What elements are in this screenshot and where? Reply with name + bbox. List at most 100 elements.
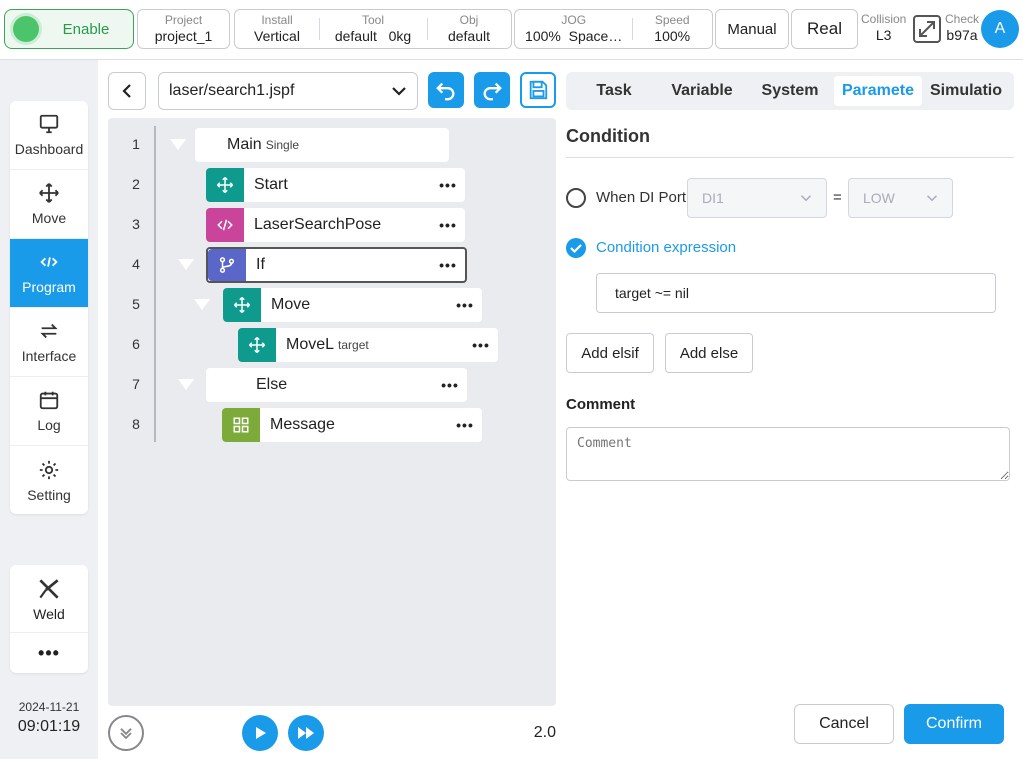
tab-simulation[interactable]: Simulatio (922, 76, 1010, 106)
nav-item-setting[interactable]: Setting (10, 446, 88, 514)
file-select[interactable]: laser/search1.jspf (158, 72, 418, 110)
tree-node-message[interactable]: Message ••• (222, 408, 482, 442)
move-icon (238, 328, 276, 362)
node-menu-icon[interactable]: ••• (431, 257, 465, 273)
nav-item-log[interactable]: Log (10, 377, 88, 446)
collision-indicator[interactable]: Collision L3 (861, 12, 906, 44)
cancel-button[interactable]: Cancel (794, 704, 894, 744)
project-value: project_1 (154, 28, 213, 44)
real-env-button[interactable]: Real (791, 9, 858, 49)
line-number: 7 (132, 376, 140, 392)
tool-value: default 0kg (334, 28, 412, 44)
tab-variable[interactable]: Variable (658, 76, 746, 106)
double-chevron-down-icon (120, 728, 132, 740)
collapse-toggle-icon[interactable] (178, 379, 194, 390)
nav-item-program[interactable]: Program (10, 239, 88, 308)
main-panel: laser/search1.jspf 1 2 3 4 5 6 7 8 Main S… (98, 60, 1023, 759)
install-tool-obj-group[interactable]: Install Vertical Tool default 0kg Obj de… (234, 9, 512, 49)
clock-date: 2024-11-21 (18, 700, 80, 714)
enable-label: Enable (62, 20, 110, 38)
manual-mode-button[interactable]: Manual (715, 9, 789, 49)
node-menu-icon[interactable]: ••• (431, 217, 465, 233)
save-icon (529, 80, 548, 100)
enable-button[interactable]: Enable (4, 9, 134, 49)
obj-cell[interactable]: Obj default (427, 10, 511, 48)
scroll-down-button[interactable] (108, 715, 144, 751)
condition-expression-input[interactable]: target ~= nil (596, 273, 996, 313)
nav-label-log: Log (37, 417, 61, 433)
tab-parameter[interactable]: Paramete (834, 76, 922, 106)
tree-node-lasersearchpose[interactable]: LaserSearchPose ••• (206, 208, 465, 242)
tree-node-main[interactable]: Main Single (195, 128, 449, 162)
speed-caption: Speed (654, 13, 690, 27)
install-cell[interactable]: Install Vertical (235, 10, 319, 48)
condition-expression-radio[interactable] (566, 238, 586, 258)
redo-button[interactable] (474, 72, 510, 108)
node-label: Main Single (227, 136, 300, 153)
swap-icon (40, 323, 58, 339)
node-menu-icon[interactable]: ••• (448, 297, 482, 313)
program-tree: 1 2 3 4 5 6 7 8 Main Single Start ••• Las… (108, 118, 556, 706)
obj-caption: Obj (459, 13, 479, 27)
tree-node-else[interactable]: Else ••• (206, 368, 467, 402)
speed-cell[interactable]: Speed 100% (632, 10, 712, 48)
obj-value: default (447, 28, 491, 44)
node-menu-icon[interactable]: ••• (464, 337, 498, 353)
step-button[interactable] (288, 715, 324, 751)
tree-node-start[interactable]: Start ••• (206, 168, 465, 202)
tree-node-move[interactable]: Move ••• (223, 288, 482, 322)
move-icon (223, 288, 261, 322)
node-menu-icon[interactable]: ••• (448, 417, 482, 433)
di-port-select[interactable]: DI1 (687, 178, 827, 218)
tool-cell[interactable]: Tool default 0kg (319, 10, 427, 48)
di-level-select[interactable]: LOW (848, 178, 953, 218)
jog-value: 100% Space… (525, 28, 623, 44)
confirm-button[interactable]: Confirm (904, 704, 1004, 744)
tree-guide-line (154, 126, 156, 442)
side-nav-extra: Weld ••• (10, 565, 88, 673)
back-button[interactable] (108, 72, 146, 110)
panel-title: Condition (566, 126, 650, 146)
collapse-toggle-icon[interactable] (178, 259, 194, 270)
check-indicator[interactable]: Check b97a (945, 12, 979, 44)
jog-cell[interactable]: JOG 100% Space… (515, 10, 632, 48)
chevron-down-icon (392, 87, 406, 96)
nav-item-interface[interactable]: Interface (10, 308, 88, 377)
node-label: MoveL target (286, 336, 369, 353)
add-else-button[interactable]: Add else (665, 333, 753, 373)
tab-task[interactable]: Task (570, 76, 658, 106)
jog-caption: JOG (561, 13, 587, 27)
line-number: 5 (132, 296, 140, 312)
save-button[interactable] (520, 72, 556, 108)
di-port-radio[interactable] (566, 188, 586, 208)
node-menu-icon[interactable]: ••• (431, 177, 465, 193)
check-icon (570, 244, 582, 254)
tree-node-if[interactable]: If ••• (206, 247, 467, 283)
play-button[interactable] (242, 715, 278, 751)
comment-textarea[interactable] (566, 427, 1010, 481)
nav-item-dashboard[interactable]: Dashboard (10, 101, 88, 170)
undo-icon (436, 82, 455, 101)
line-number: 1 (132, 136, 140, 152)
undo-button[interactable] (428, 72, 464, 108)
branch-icon (208, 249, 246, 281)
file-name: laser/search1.jspf (169, 82, 295, 99)
move-icon (39, 183, 59, 203)
nav-item-weld[interactable]: Weld (10, 565, 88, 633)
node-menu-icon[interactable]: ••• (433, 377, 467, 393)
nav-label-move: Move (31, 210, 67, 226)
add-elsif-button[interactable]: Add elsif (566, 333, 654, 373)
project-selector[interactable]: Project project_1 (137, 9, 230, 49)
jog-speed-group[interactable]: JOG 100% Space… Speed 100% (514, 9, 713, 49)
install-value: Vertical (254, 28, 300, 44)
expand-icon[interactable] (912, 14, 942, 44)
more-menu-button[interactable]: ••• (10, 633, 88, 673)
collapse-toggle-icon[interactable] (194, 299, 210, 310)
avatar[interactable]: A (981, 10, 1019, 48)
code-icon (40, 257, 58, 267)
tree-node-movel[interactable]: MoveL target ••• (238, 328, 498, 362)
tab-system[interactable]: System (746, 76, 834, 106)
nav-label-dashboard: Dashboard (14, 141, 84, 157)
collapse-toggle-icon[interactable] (170, 139, 186, 150)
nav-item-move[interactable]: Move (10, 170, 88, 239)
